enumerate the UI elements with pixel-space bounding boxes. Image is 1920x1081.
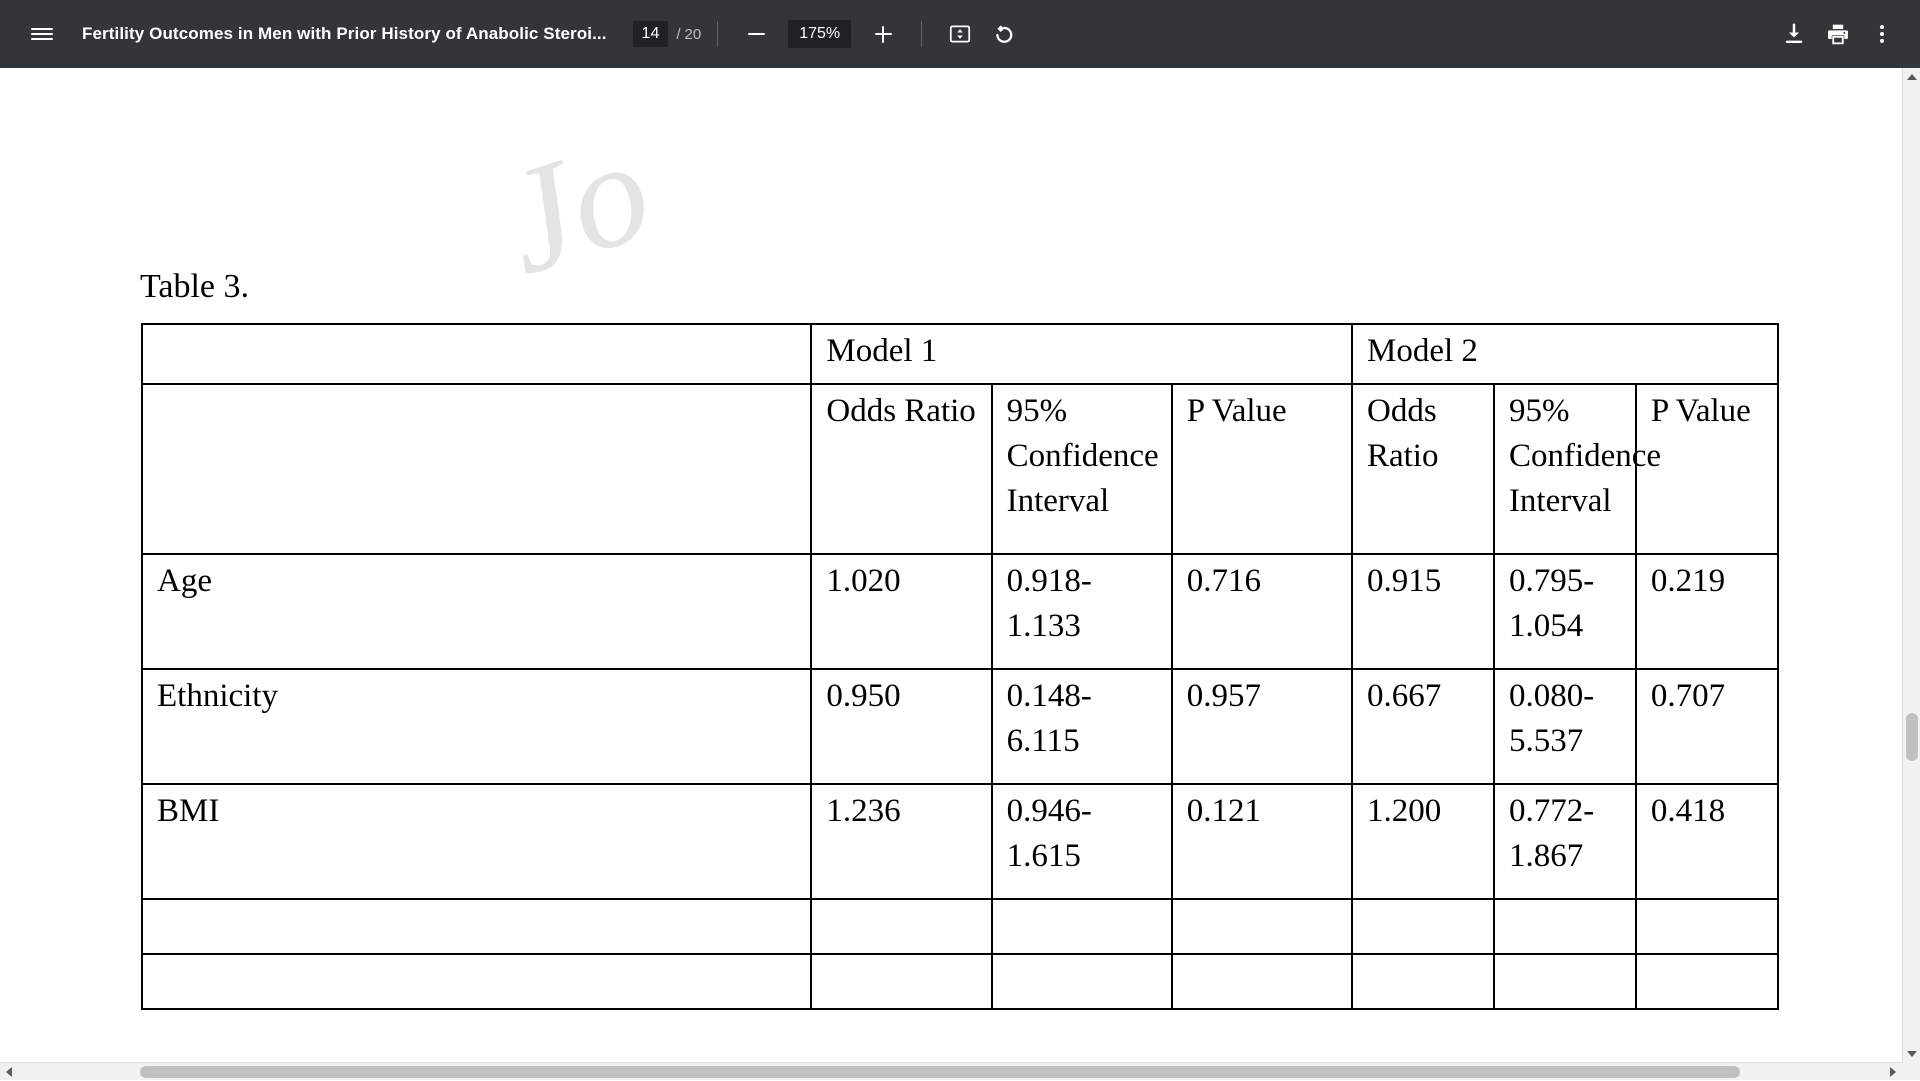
- cell-m1-odds-ratio: 0.950: [811, 669, 991, 784]
- cell-m2-odds-ratio: [1352, 954, 1494, 1009]
- cell-m2-odds-ratio: [1352, 899, 1494, 954]
- table-column-header-row: Odds Ratio 95% Confidence Interval P Val…: [142, 384, 1778, 554]
- cell-m1-confidence-interval: 0.148-6.115: [992, 669, 1172, 784]
- cell-m1-p-value: 0.121: [1172, 784, 1352, 899]
- column-header-m1-confidence-interval: 95% Confidence Interval: [992, 384, 1172, 554]
- zoom-controls: 175%: [734, 12, 905, 56]
- download-icon: [1781, 21, 1807, 47]
- cell-m2-p-value: 0.418: [1636, 784, 1778, 899]
- cell-m2-confidence-interval: 0.772-1.867: [1494, 784, 1636, 899]
- column-header-m2-odds-ratio: Odds Ratio: [1352, 384, 1494, 554]
- fit-to-page-button[interactable]: [938, 12, 982, 56]
- page-separator: /: [676, 26, 680, 43]
- page-number-input[interactable]: 14: [633, 21, 669, 47]
- triangle-up: [1907, 74, 1917, 80]
- more-vertical-icon: [1869, 21, 1895, 47]
- hamburger-bar: [31, 33, 53, 35]
- print-button[interactable]: [1816, 12, 1860, 56]
- cell-m1-confidence-interval: 0.946-1.615: [992, 784, 1172, 899]
- cell-m1-odds-ratio: 1.236: [811, 784, 991, 899]
- table-row: Age 1.020 0.918-1.133 0.716 0.915 0.795-…: [142, 554, 1778, 669]
- scroll-left-arrow-icon[interactable]: [0, 1063, 18, 1081]
- hamburger-bar: [31, 38, 53, 40]
- row-label: [142, 899, 811, 954]
- cell-m1-odds-ratio: [811, 954, 991, 1009]
- cell-m2-p-value: [1636, 954, 1778, 1009]
- page-total-count: 20: [685, 26, 702, 43]
- row-label: Age: [142, 554, 811, 669]
- group-header-model-2: Model 2: [1352, 324, 1778, 384]
- toolbar-right-actions: [1772, 12, 1904, 56]
- column-header-m2-confidence-interval: 95% Confidence Interval: [1494, 384, 1636, 554]
- horizontal-scrollbar[interactable]: [0, 1062, 1902, 1080]
- table-3: Model 1 Model 2 Odds Ratio 95% Confidenc…: [141, 323, 1779, 1010]
- cell-m1-confidence-interval: [992, 899, 1172, 954]
- more-options-button[interactable]: [1860, 12, 1904, 56]
- scroll-down-arrow-icon[interactable]: [1903, 1045, 1920, 1063]
- table-row: Ethnicity 0.950 0.148-6.115 0.957 0.667 …: [142, 669, 1778, 784]
- cell-m2-p-value: 0.219: [1636, 554, 1778, 669]
- vertical-scrollbar[interactable]: [1902, 68, 1920, 1063]
- rotate-counterclockwise-button[interactable]: [982, 12, 1026, 56]
- table-row: [142, 899, 1778, 954]
- column-header-m1-odds-ratio: Odds Ratio: [811, 384, 991, 554]
- cell-m2-p-value: 0.707: [1636, 669, 1778, 784]
- scroll-up-arrow-icon[interactable]: [1903, 68, 1920, 86]
- zoom-out-button[interactable]: [734, 12, 778, 56]
- minus-icon: [738, 16, 774, 52]
- row-label: Ethnicity: [142, 669, 811, 784]
- download-button[interactable]: [1772, 12, 1816, 56]
- zoom-in-button[interactable]: [861, 12, 905, 56]
- toolbar-divider: [717, 21, 718, 47]
- cell-m2-odds-ratio: 1.200: [1352, 784, 1494, 899]
- cell-m2-confidence-interval: [1494, 954, 1636, 1009]
- table-row: [142, 954, 1778, 1009]
- pdf-viewer-toolbar: Fertility Outcomes in Men with Prior His…: [0, 0, 1920, 68]
- triangle-down: [1907, 1051, 1917, 1057]
- rotate-counterclockwise-icon: [991, 21, 1017, 47]
- table-group-header-row: Model 1 Model 2: [142, 324, 1778, 384]
- cell-m1-p-value: 0.716: [1172, 554, 1352, 669]
- vertical-scrollbar-thumb[interactable]: [1906, 713, 1918, 761]
- cell-m1-confidence-interval: 0.918-1.133: [992, 554, 1172, 669]
- row-label: BMI: [142, 784, 811, 899]
- pdf-viewer-content[interactable]: Jo Table 3. Model 1 Model 2 Odds Ratio 9…: [0, 68, 1920, 1080]
- plus-icon: [865, 16, 901, 52]
- table-row: BMI 1.236 0.946-1.615 0.121 1.200 0.772-…: [142, 784, 1778, 899]
- row-label: [142, 954, 811, 1009]
- group-header-model-1: Model 1: [811, 324, 1352, 384]
- cell-m2-confidence-interval: 0.080-5.537: [1494, 669, 1636, 784]
- cell-m2-confidence-interval: [1494, 899, 1636, 954]
- cell-m1-p-value: [1172, 899, 1352, 954]
- pdf-page: Jo Table 3. Model 1 Model 2 Odds Ratio 9…: [0, 68, 1905, 1048]
- print-icon: [1825, 21, 1851, 47]
- cell-m2-odds-ratio: 0.915: [1352, 554, 1494, 669]
- table-3-container: Model 1 Model 2 Odds Ratio 95% Confidenc…: [141, 323, 1779, 1010]
- triangle-right: [1890, 1067, 1896, 1077]
- scroll-right-arrow-icon[interactable]: [1884, 1063, 1902, 1081]
- zoom-level-input[interactable]: 175%: [788, 20, 851, 48]
- document-title: Fertility Outcomes in Men with Prior His…: [82, 24, 607, 44]
- page-watermark: Jo: [482, 102, 670, 309]
- cell-m1-p-value: [1172, 954, 1352, 1009]
- cell-m2-odds-ratio: 0.667: [1352, 669, 1494, 784]
- hamburger-menu-icon[interactable]: [20, 12, 64, 56]
- cell-m2-confidence-interval: 0.795-1.054: [1494, 554, 1636, 669]
- triangle-left: [6, 1067, 12, 1077]
- scrollbar-corner: [1902, 1062, 1920, 1080]
- column-header-m1-p-value: P Value: [1172, 384, 1352, 554]
- horizontal-scrollbar-thumb[interactable]: [140, 1066, 1740, 1078]
- cell-m1-p-value: 0.957: [1172, 669, 1352, 784]
- toolbar-divider: [921, 21, 922, 47]
- cell-m1-odds-ratio: 1.020: [811, 554, 991, 669]
- page-indicator: 14 / 20: [633, 21, 702, 47]
- table-caption: Table 3.: [140, 268, 249, 306]
- fit-to-page-icon: [947, 21, 973, 47]
- hamburger-bar: [31, 28, 53, 30]
- column-header-row-label: [142, 384, 811, 554]
- cell-m2-p-value: [1636, 899, 1778, 954]
- group-header-corner-cell: [142, 324, 811, 384]
- cell-m1-confidence-interval: [992, 954, 1172, 1009]
- cell-m1-odds-ratio: [811, 899, 991, 954]
